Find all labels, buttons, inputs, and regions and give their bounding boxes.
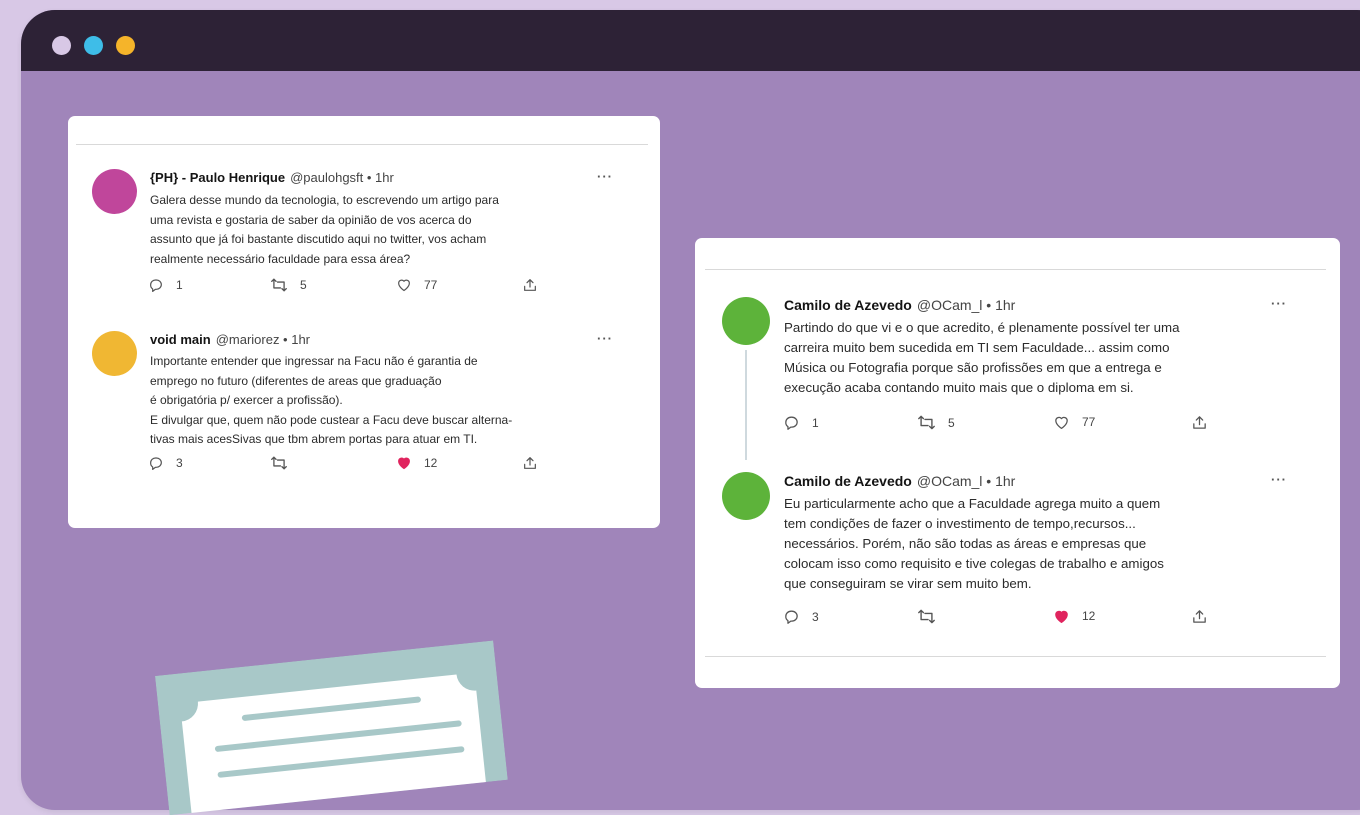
like-button[interactable]: 77	[396, 277, 437, 292]
tweet-item[interactable]: void main @mariorez • 1hr ··· Importante …	[68, 316, 660, 486]
share-button[interactable]	[522, 455, 538, 471]
window-dot-blue[interactable]	[84, 36, 103, 55]
tweet-item[interactable]: {PH} - Paulo Henrique @paulohgsft • 1hr ·…	[68, 116, 660, 316]
reply-button[interactable]: 1	[783, 414, 819, 431]
share-button[interactable]	[1191, 414, 1208, 431]
retweet-icon	[271, 456, 287, 470]
more-icon[interactable]: ···	[597, 169, 613, 184]
heart-icon	[1055, 610, 1068, 624]
window-dot-lavender[interactable]	[52, 36, 71, 55]
share-icon	[1193, 610, 1206, 623]
tweet-header: Camilo de Azevedo @OCam_l • 1hr	[784, 473, 1015, 489]
retweet-button[interactable]	[270, 455, 288, 471]
like-button[interactable]: 12	[396, 455, 437, 470]
like-count: 77	[1082, 415, 1096, 429]
avatar[interactable]	[92, 169, 137, 214]
reply-count: 3	[812, 609, 819, 624]
reply-button[interactable]: 3	[148, 455, 183, 471]
retweet-button[interactable]: 5	[270, 277, 307, 293]
tweet-header: void main @mariorez • 1hr	[150, 332, 310, 347]
window-titlebar	[21, 10, 1360, 71]
tweet-header: {PH} - Paulo Henrique @paulohgsft • 1hr	[150, 170, 394, 185]
author-name[interactable]: void main	[150, 332, 211, 347]
retweet-count: 5	[300, 278, 307, 292]
tweet-actions: 1 5 77	[148, 277, 548, 295]
heart-icon	[1055, 416, 1068, 430]
reply-icon	[150, 457, 162, 470]
tweet-actions: 3 12	[148, 455, 548, 473]
reply-icon	[150, 279, 162, 292]
tweet-actions: 3 12	[783, 608, 1213, 626]
more-icon[interactable]: ···	[1271, 472, 1287, 487]
avatar[interactable]	[92, 331, 137, 376]
card-divider	[705, 656, 1326, 657]
reply-count: 3	[176, 456, 183, 470]
author-handle[interactable]: @mariorez • 1hr	[216, 332, 310, 347]
tweet-item[interactable]: Camilo de Azevedo @OCam_l • 1hr ··· Eu pa…	[695, 458, 1340, 658]
retweet-count: 5	[948, 415, 955, 430]
tweet-header: Camilo de Azevedo @OCam_l • 1hr	[784, 297, 1015, 313]
reply-count: 1	[812, 415, 819, 430]
share-button[interactable]	[1191, 608, 1208, 625]
like-count: 12	[424, 455, 438, 470]
avatar[interactable]	[722, 472, 770, 520]
reply-button[interactable]: 3	[783, 608, 819, 625]
more-icon[interactable]: ···	[1271, 296, 1287, 311]
reply-icon	[785, 610, 798, 624]
retweet-button[interactable]	[917, 608, 936, 625]
reply-icon	[785, 416, 798, 430]
retweet-button[interactable]: 5	[917, 414, 955, 431]
author-name[interactable]: {PH} - Paulo Henrique	[150, 170, 285, 185]
author-handle[interactable]: @OCam_l • 1hr	[917, 473, 1015, 489]
author-handle[interactable]: @OCam_l • 1hr	[917, 297, 1015, 313]
retweet-icon	[918, 415, 935, 430]
like-button[interactable]: 12	[1053, 608, 1095, 624]
like-count: 77	[424, 277, 438, 292]
tweet-card-right: Camilo de Azevedo @OCam_l • 1hr ··· Parti…	[695, 238, 1340, 688]
retweet-icon	[271, 278, 287, 292]
tweet-item[interactable]: Camilo de Azevedo @OCam_l • 1hr ··· Parti…	[695, 238, 1340, 458]
share-icon	[524, 279, 536, 291]
author-handle[interactable]: @paulohgsft • 1hr	[290, 170, 394, 185]
heart-icon	[398, 279, 410, 292]
like-button[interactable]: 77	[1053, 414, 1095, 430]
tweet-text: Importante entender que ingressar na Fac…	[150, 354, 513, 446]
reply-button[interactable]: 1	[148, 277, 183, 293]
tweet-actions: 1 5 77	[783, 414, 1213, 432]
tweet-text: Eu particularmente acho que a Faculdade …	[784, 496, 1164, 591]
avatar[interactable]	[722, 297, 770, 345]
tweet-text: Partindo do que vi e o que acredito, é p…	[784, 320, 1180, 395]
heart-icon	[398, 457, 410, 470]
tweet-card-left: {PH} - Paulo Henrique @paulohgsft • 1hr ·…	[68, 116, 660, 528]
tweet-text: Galera desse mundo da tecnologia, to esc…	[150, 193, 499, 266]
reply-count: 1	[176, 278, 183, 292]
share-icon	[524, 457, 536, 469]
author-name[interactable]: Camilo de Azevedo	[784, 297, 912, 313]
more-icon[interactable]: ···	[597, 331, 613, 346]
retweet-icon	[918, 609, 935, 624]
window-dot-yellow[interactable]	[116, 36, 135, 55]
share-button[interactable]	[522, 277, 538, 293]
like-count: 12	[1082, 609, 1096, 623]
share-icon	[1193, 416, 1206, 429]
author-name[interactable]: Camilo de Azevedo	[784, 473, 912, 489]
